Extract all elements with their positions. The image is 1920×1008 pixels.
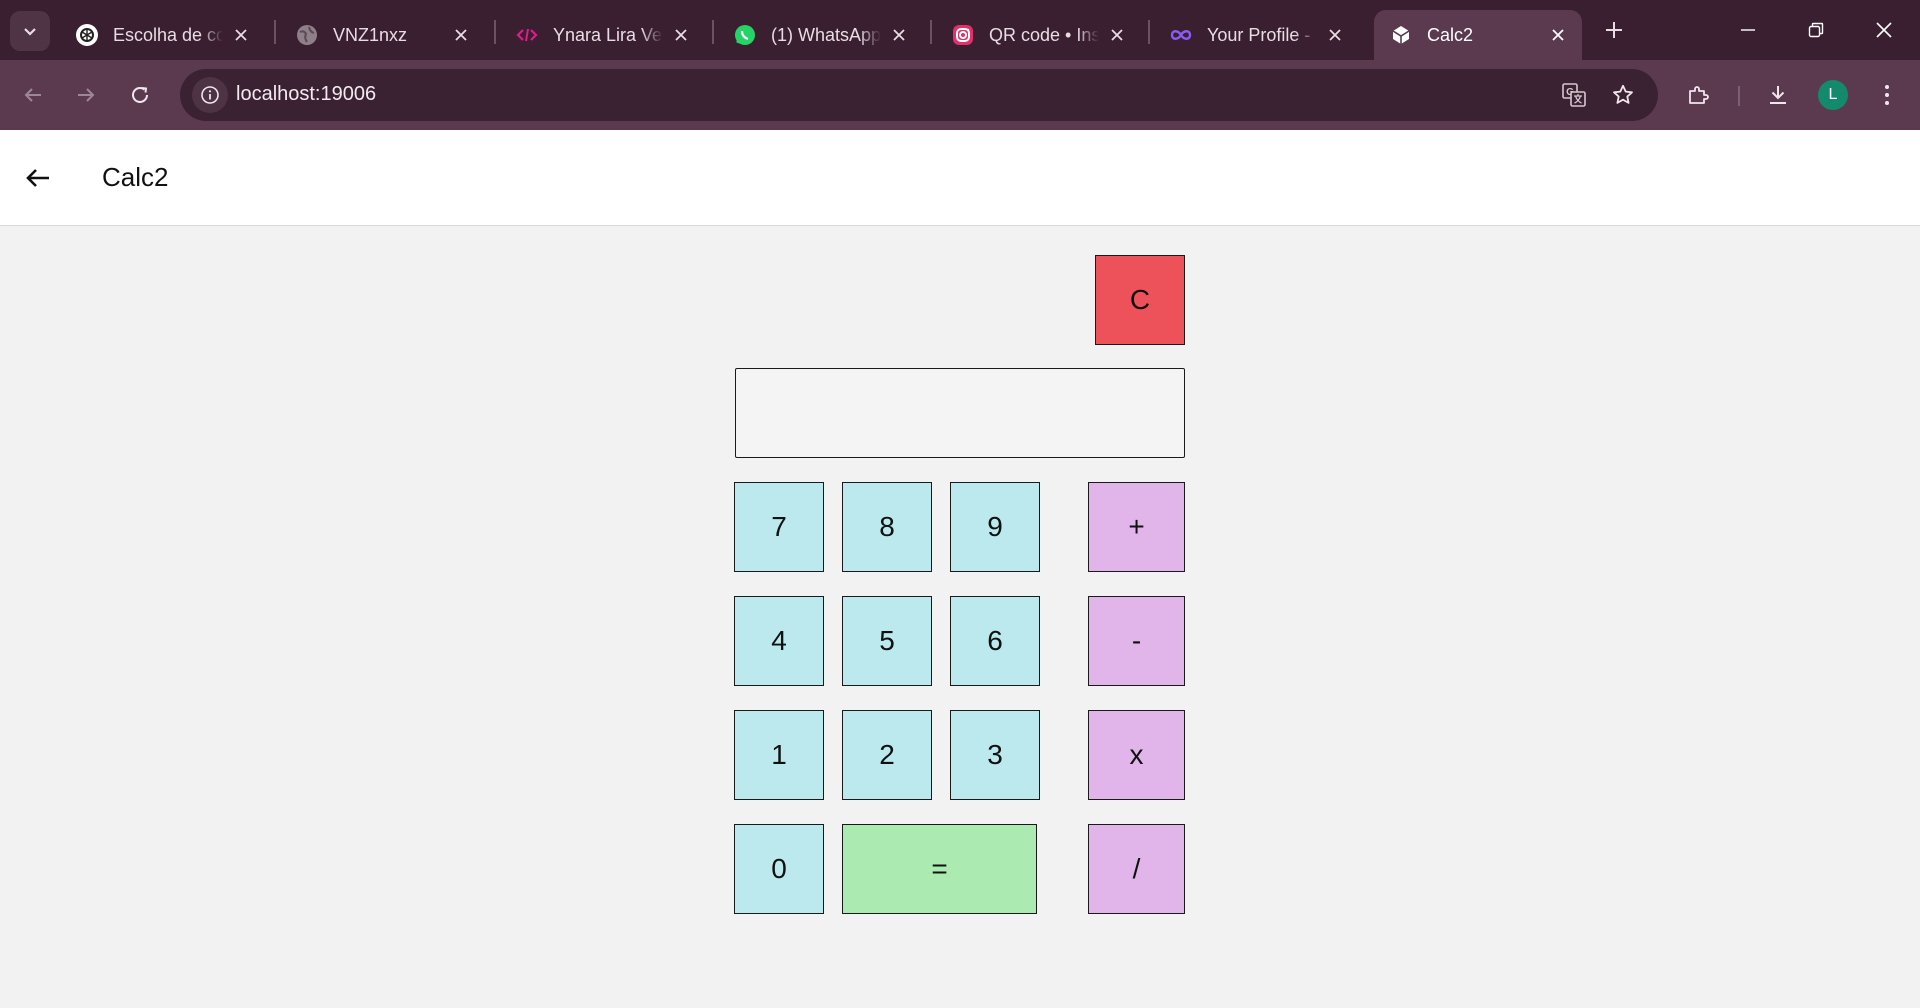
tab-whatsapp[interactable]: (1) WhatsApp bbox=[718, 10, 923, 60]
tab-title: Your Profile - bbox=[1207, 24, 1311, 45]
profile-avatar[interactable]: L bbox=[1818, 80, 1848, 110]
toolbar-divider bbox=[1738, 86, 1740, 106]
reload-button[interactable] bbox=[122, 77, 158, 113]
app-header: Calc2 bbox=[0, 130, 1920, 226]
more-vert-icon bbox=[1885, 85, 1889, 105]
browser-toolbar: localhost:19006 G L bbox=[0, 60, 1920, 130]
tab-title: Ynara Lira Ven bbox=[553, 24, 663, 45]
tab-calc2[interactable]: Calc2 bbox=[1374, 10, 1582, 60]
close-tab-icon[interactable] bbox=[1546, 23, 1570, 47]
arrow-right-icon bbox=[78, 88, 95, 102]
minimize-icon bbox=[1741, 29, 1755, 31]
digit-2-button[interactable]: 2 bbox=[842, 710, 932, 800]
restore-button[interactable] bbox=[1782, 0, 1850, 60]
address-bar[interactable]: localhost:19006 G bbox=[180, 69, 1658, 121]
downloads-button[interactable] bbox=[1760, 77, 1796, 113]
translate-icon: G bbox=[1562, 83, 1586, 107]
star-icon bbox=[1613, 84, 1633, 104]
tab-title: Calc2 bbox=[1427, 24, 1474, 45]
tab-instagram[interactable]: QR code • Inst bbox=[936, 10, 1141, 60]
restore-icon bbox=[1808, 22, 1824, 38]
multiply-button[interactable]: x bbox=[1088, 710, 1185, 800]
close-tab-icon[interactable] bbox=[1105, 23, 1129, 47]
tab-strip: Escolha de co VNZ1nxz Ynara Lira Ven (1)… bbox=[0, 0, 1920, 60]
arrow-left-icon bbox=[26, 169, 49, 187]
flutter-icon bbox=[1389, 23, 1413, 47]
tab-chatgpt[interactable]: Escolha de co bbox=[60, 10, 265, 60]
url-text: localhost:19006 bbox=[236, 83, 377, 105]
digit-6-button[interactable]: 6 bbox=[950, 596, 1040, 686]
tab-title: VNZ1nxz bbox=[333, 24, 408, 45]
forward-button[interactable] bbox=[68, 77, 104, 113]
clear-button[interactable]: C bbox=[1095, 255, 1185, 345]
extensions-button[interactable] bbox=[1680, 77, 1716, 113]
translate-button[interactable]: G bbox=[1558, 79, 1590, 111]
close-tab-icon[interactable] bbox=[887, 23, 911, 47]
page-title: Calc2 bbox=[102, 162, 169, 192]
close-tab-icon[interactable] bbox=[229, 23, 253, 47]
chevron-down-icon bbox=[24, 28, 36, 36]
info-icon bbox=[201, 86, 219, 104]
tab-separator bbox=[274, 20, 276, 44]
code-icon bbox=[515, 23, 539, 47]
tab-ynara[interactable]: Ynara Lira Ven bbox=[500, 10, 705, 60]
site-info-button[interactable] bbox=[192, 77, 228, 113]
infinity-icon bbox=[1169, 23, 1193, 47]
app-back-button[interactable] bbox=[18, 158, 58, 198]
instagram-icon bbox=[951, 23, 975, 47]
chatgpt-icon bbox=[75, 23, 99, 47]
tab-separator bbox=[1148, 20, 1150, 44]
reload-icon bbox=[132, 86, 148, 103]
digit-8-button[interactable]: 8 bbox=[842, 482, 932, 572]
browser-menu-button[interactable] bbox=[1869, 77, 1905, 113]
globe-icon bbox=[295, 23, 319, 47]
plus-icon bbox=[1606, 22, 1622, 38]
close-tab-icon[interactable] bbox=[449, 23, 473, 47]
tab-your-profile[interactable]: Your Profile - bbox=[1154, 10, 1359, 60]
tab-vnz1nxz[interactable]: VNZ1nxz bbox=[280, 10, 485, 60]
digit-3-button[interactable]: 3 bbox=[950, 710, 1040, 800]
tab-title: (1) WhatsApp bbox=[771, 24, 881, 45]
equals-button[interactable]: = bbox=[842, 824, 1037, 914]
tab-separator bbox=[930, 20, 932, 44]
divide-button[interactable]: / bbox=[1088, 824, 1185, 914]
back-button[interactable] bbox=[15, 77, 51, 113]
close-window-button[interactable] bbox=[1850, 0, 1918, 60]
tab-separator bbox=[712, 20, 714, 44]
bookmark-button[interactable] bbox=[1607, 79, 1639, 111]
digit-7-button[interactable]: 7 bbox=[734, 482, 824, 572]
tab-title: Escolha de co bbox=[113, 24, 223, 45]
minimize-button[interactable] bbox=[1714, 0, 1782, 60]
download-icon bbox=[1770, 86, 1786, 104]
digit-9-button[interactable]: 9 bbox=[950, 482, 1040, 572]
puzzle-icon bbox=[1689, 86, 1709, 104]
digit-5-button[interactable]: 5 bbox=[842, 596, 932, 686]
add-button[interactable]: + bbox=[1088, 482, 1185, 572]
digit-0-button[interactable]: 0 bbox=[734, 824, 824, 914]
arrow-left-icon bbox=[24, 88, 41, 102]
close-tab-icon[interactable] bbox=[669, 23, 693, 47]
calculator-display bbox=[735, 368, 1185, 458]
subtract-button[interactable]: - bbox=[1088, 596, 1185, 686]
close-icon bbox=[1876, 22, 1892, 38]
digit-1-button[interactable]: 1 bbox=[734, 710, 824, 800]
tab-separator bbox=[494, 20, 496, 44]
digit-4-button[interactable]: 4 bbox=[734, 596, 824, 686]
new-tab-button[interactable] bbox=[1596, 12, 1632, 48]
close-tab-icon[interactable] bbox=[1323, 23, 1347, 47]
tab-search-button[interactable] bbox=[10, 11, 50, 51]
tab-title: QR code • Inst bbox=[989, 24, 1099, 45]
whatsapp-icon bbox=[733, 23, 757, 47]
